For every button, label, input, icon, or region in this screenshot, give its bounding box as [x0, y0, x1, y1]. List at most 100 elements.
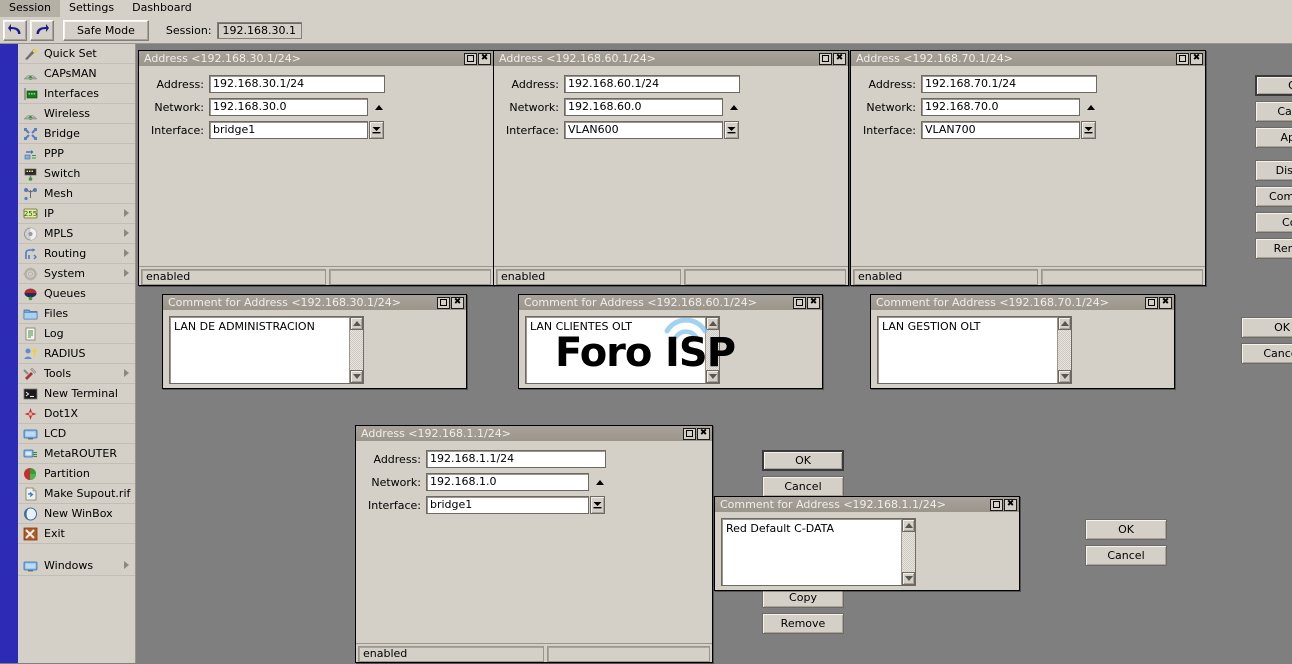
window-title-bar[interactable]: Address <192.168.1.1/24> ✖ — [356, 426, 712, 441]
sidebar-item-mpls[interactable]: MPLS — [18, 224, 135, 244]
sidebar-item-log[interactable]: Log — [18, 324, 135, 344]
window-title-bar[interactable]: Comment for Address <192.168.30.1/24> ✖ — [163, 295, 466, 310]
maximize-button[interactable] — [1176, 53, 1189, 65]
comment-textarea[interactable]: LAN CLIENTES OLT — [525, 316, 720, 384]
cancel-button[interactable]: Cancel — [1241, 343, 1292, 364]
network-input[interactable]: 192.168.70.0 — [921, 98, 1080, 116]
apply-button[interactable]: Apply — [1255, 127, 1292, 148]
scroll-down-button[interactable] — [1058, 370, 1071, 383]
sidebar-item-tools[interactable]: Tools — [18, 364, 135, 384]
maximize-button[interactable] — [819, 53, 832, 65]
sidebar-item-lcd[interactable]: LCD — [18, 424, 135, 444]
close-button[interactable]: ✖ — [697, 428, 710, 440]
comment-textarea[interactable]: LAN GESTION OLT — [877, 316, 1072, 384]
interface-input[interactable]: bridge1 — [426, 496, 589, 514]
cancel-button[interactable]: Cancel — [762, 476, 844, 497]
close-button[interactable]: ✖ — [478, 53, 491, 65]
interface-input[interactable]: VLAN700 — [921, 121, 1080, 139]
sidebar-item-make-supout-rif[interactable]: Make Supout.rif — [18, 484, 135, 504]
maximize-button[interactable] — [793, 297, 806, 309]
sidebar-item-quick-set[interactable]: Quick Set — [18, 44, 135, 64]
scroll-up-button[interactable] — [1058, 317, 1071, 330]
scroll-down-button[interactable] — [350, 370, 363, 383]
comment-scrollbar[interactable] — [1057, 317, 1071, 383]
maximize-button[interactable] — [464, 53, 477, 65]
sidebar-item-new-terminal[interactable]: New Terminal — [18, 384, 135, 404]
close-button[interactable]: ✖ — [1190, 53, 1203, 65]
session-value[interactable]: 192.168.30.1 — [217, 22, 302, 39]
maximize-button[interactable] — [683, 428, 696, 440]
address-input[interactable]: 192.168.1.1/24 — [426, 450, 606, 468]
interface-input[interactable]: VLAN600 — [564, 121, 723, 139]
sidebar-item-routing[interactable]: Routing — [18, 244, 135, 264]
interface-dropdown-button[interactable] — [1081, 121, 1096, 139]
close-button[interactable]: ✖ — [451, 297, 464, 309]
interface-dropdown-button[interactable] — [369, 121, 384, 139]
sidebar-item-interfaces[interactable]: Interfaces — [18, 84, 135, 104]
scroll-down-button[interactable] — [706, 370, 719, 383]
network-spinner-up-icon[interactable] — [1084, 101, 1097, 114]
menu-dashboard[interactable]: Dashboard — [123, 0, 201, 17]
sidebar-item-bridge[interactable]: Bridge — [18, 124, 135, 144]
sidebar-item-partition[interactable]: Partition — [18, 464, 135, 484]
sidebar-item-ppp[interactable]: PPP — [18, 144, 135, 164]
scroll-up-button[interactable] — [706, 317, 719, 330]
comment-textarea[interactable]: LAN DE ADMINISTRACION — [169, 316, 364, 384]
network-input[interactable]: 192.168.60.0 — [564, 98, 723, 116]
window-title-bar[interactable]: Comment for Address <192.168.60.1/24> ✖ — [519, 295, 822, 310]
sidebar-item-radius[interactable]: RADIUS — [18, 344, 135, 364]
window-title-bar[interactable]: Address <192.168.70.1/24> ✖ — [851, 51, 1205, 66]
sidebar-item-exit[interactable]: Exit — [18, 524, 135, 544]
ok-button[interactable]: OK — [1241, 317, 1292, 338]
scroll-up-button[interactable] — [902, 519, 915, 532]
comment-scrollbar[interactable] — [705, 317, 719, 383]
address-input[interactable]: 192.168.30.1/24 — [209, 75, 385, 93]
maximize-button[interactable] — [437, 297, 450, 309]
interface-dropdown-button[interactable] — [724, 121, 739, 139]
network-spinner-up-icon[interactable] — [727, 101, 740, 114]
network-input[interactable]: 192.168.30.0 — [209, 98, 368, 116]
address-input[interactable]: 192.168.70.1/24 — [921, 75, 1097, 93]
scroll-up-button[interactable] — [350, 317, 363, 330]
menu-session[interactable]: Session — [0, 0, 60, 17]
copy-button[interactable]: Copy — [1255, 212, 1292, 233]
ok-button[interactable]: OK — [762, 450, 844, 471]
sidebar-item-queues[interactable]: Queues — [18, 284, 135, 304]
remove-button[interactable]: Remove — [762, 613, 844, 634]
sidebar-item-new-winbox[interactable]: New WinBox — [18, 504, 135, 524]
window-title-bar[interactable]: Address <192.168.30.1/24> ✖ — [139, 51, 493, 66]
sidebar-item-metarouter[interactable]: MetaROUTER — [18, 444, 135, 464]
comment-textarea[interactable]: Red Default C-DATA — [721, 518, 916, 586]
maximize-button[interactable] — [1145, 297, 1158, 309]
menu-settings[interactable]: Settings — [60, 0, 123, 17]
close-button[interactable]: ✖ — [807, 297, 820, 309]
maximize-button[interactable] — [990, 499, 1003, 511]
sidebar-item-dot1x[interactable]: Dot1X — [18, 404, 135, 424]
sidebar-item-files[interactable]: Files — [18, 304, 135, 324]
close-button[interactable]: ✖ — [1159, 297, 1172, 309]
network-input[interactable]: 192.168.1.0 — [426, 473, 589, 491]
comment-button[interactable]: Comment — [1255, 186, 1292, 207]
interface-input[interactable]: bridge1 — [209, 121, 368, 139]
sidebar-item-windows[interactable]: Windows — [18, 556, 135, 576]
ok-button[interactable]: OK — [1255, 75, 1292, 96]
redo-button[interactable] — [30, 20, 54, 41]
sidebar-item-system[interactable]: System — [18, 264, 135, 284]
undo-button[interactable] — [3, 20, 27, 41]
remove-button[interactable]: Remove — [1255, 238, 1292, 259]
window-title-bar[interactable]: Comment for Address <192.168.1.1/24> ✖ — [715, 497, 1019, 512]
ok-button[interactable]: OK — [1085, 519, 1167, 540]
sidebar-item-switch[interactable]: Switch — [18, 164, 135, 184]
cancel-button[interactable]: Cancel — [1255, 101, 1292, 122]
sidebar-item-mesh[interactable]: Mesh — [18, 184, 135, 204]
disable-button[interactable]: Disable — [1255, 160, 1292, 181]
sidebar-item-wireless[interactable]: Wireless — [18, 104, 135, 124]
window-title-bar[interactable]: Comment for Address <192.168.70.1/24> ✖ — [871, 295, 1174, 310]
network-spinner-up-icon[interactable] — [372, 101, 385, 114]
network-spinner-up-icon[interactable] — [593, 476, 606, 489]
window-title-bar[interactable]: Address <192.168.60.1/24> ✖ — [494, 51, 848, 66]
scroll-down-button[interactable] — [902, 572, 915, 585]
safe-mode-button[interactable]: Safe Mode — [63, 20, 149, 41]
address-input[interactable]: 192.168.60.1/24 — [564, 75, 740, 93]
comment-scrollbar[interactable] — [901, 519, 915, 585]
